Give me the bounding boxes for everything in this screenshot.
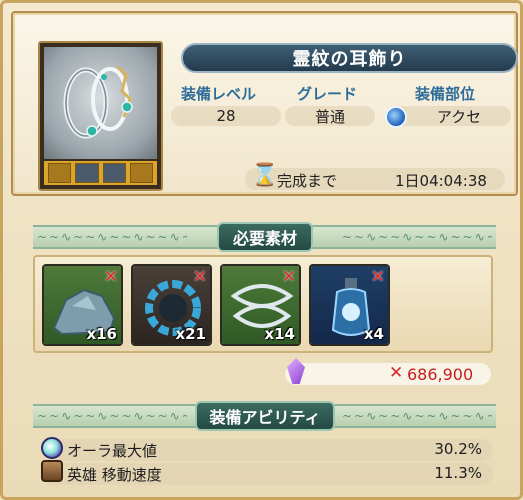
timer-label: 完成まで (277, 172, 338, 190)
ability-label: オーラ最大値 (67, 442, 158, 460)
material-slot[interactable]: ✕ x21 (131, 264, 212, 346)
rune-slot (102, 163, 126, 183)
missing-mark: ✕ (192, 267, 207, 287)
abilities-title: 装備アビリティ (195, 401, 335, 431)
ability-value: 11.3% (434, 464, 482, 482)
materials-header: ~~∿~~∿~~∿~~∿~~ ~~∿~~∿~~∿~~∿~~ 必要素材 (33, 222, 496, 252)
equip-part-text: アクセ (436, 107, 482, 126)
cost-missing-mark: ✕ (389, 363, 404, 383)
abilities-header: ~~∿~~∿~~∿~~∿~~ ~~∿~~∿~~∿~~∿~~ 装備アビリティ (33, 401, 496, 431)
aura-orb-icon (41, 437, 63, 459)
timer-value: 1日04:04:38 (395, 172, 487, 190)
rune-slot (75, 163, 99, 183)
equip-level-text: 28 (216, 107, 236, 125)
earring-icon (44, 47, 157, 159)
ability-value: 30.2% (434, 440, 482, 458)
left-flourish: ~~∿~~∿~~∿~~∿~~ (37, 230, 187, 244)
rune-slot-bar (44, 161, 157, 185)
grade-value: 普通 (285, 106, 375, 126)
right-flourish: ~~∿~~∿~~∿~~∿~~ (342, 230, 492, 244)
left-flourish: ~~∿~~∿~~∿~~∿~~ (37, 409, 187, 423)
item-detail-window: 霊紋の耳飾り 装備レベル 28 グレード 普通 装備部位 アクセ ⌛ 完成まで … (0, 0, 523, 500)
material-slot[interactable]: ✕ x4 (309, 264, 390, 346)
ability-label: 英雄 移動速度 (67, 466, 162, 484)
missing-mark: ✕ (370, 267, 385, 287)
hourglass-icon: ⌛ (251, 163, 279, 188)
materials-title: 必要素材 (217, 222, 313, 252)
material-slot[interactable]: ✕ x16 (42, 264, 123, 346)
right-flourish: ~~∿~~∿~~∿~~∿~~ (342, 409, 492, 423)
item-name: 霊紋の耳飾り (292, 49, 407, 70)
empty-slot (129, 163, 153, 183)
empty-slot (48, 163, 72, 183)
equip-part-label: 装備部位 (415, 85, 476, 103)
grade-label: グレード (297, 85, 358, 103)
missing-mark: ✕ (281, 267, 296, 287)
equip-level-value: 28 (171, 106, 281, 126)
item-title-bar: 霊紋の耳飾り (181, 43, 518, 73)
equip-level-label: 装備レベル (181, 85, 257, 103)
material-quantity: x21 (175, 325, 206, 343)
material-quantity: x16 (86, 325, 117, 343)
item-thumbnail (38, 41, 163, 191)
missing-mark: ✕ (103, 267, 118, 287)
material-quantity: x14 (264, 325, 295, 343)
accessory-swirl-icon (385, 106, 407, 128)
item-info-card: 霊紋の耳飾り 装備レベル 28 グレード 普通 装備部位 アクセ ⌛ 完成まで … (11, 11, 518, 196)
grade-text: 普通 (314, 107, 345, 126)
materials-panel: ✕ x16 ✕ x21 ✕ x14 ✕ x4 (33, 255, 493, 353)
material-quantity: x4 (363, 325, 384, 343)
material-slot[interactable]: ✕ x14 (220, 264, 301, 346)
cost-value: 686,900 (407, 365, 474, 384)
hero-boot-icon (41, 460, 63, 482)
equip-part-value: アクセ (393, 106, 511, 126)
